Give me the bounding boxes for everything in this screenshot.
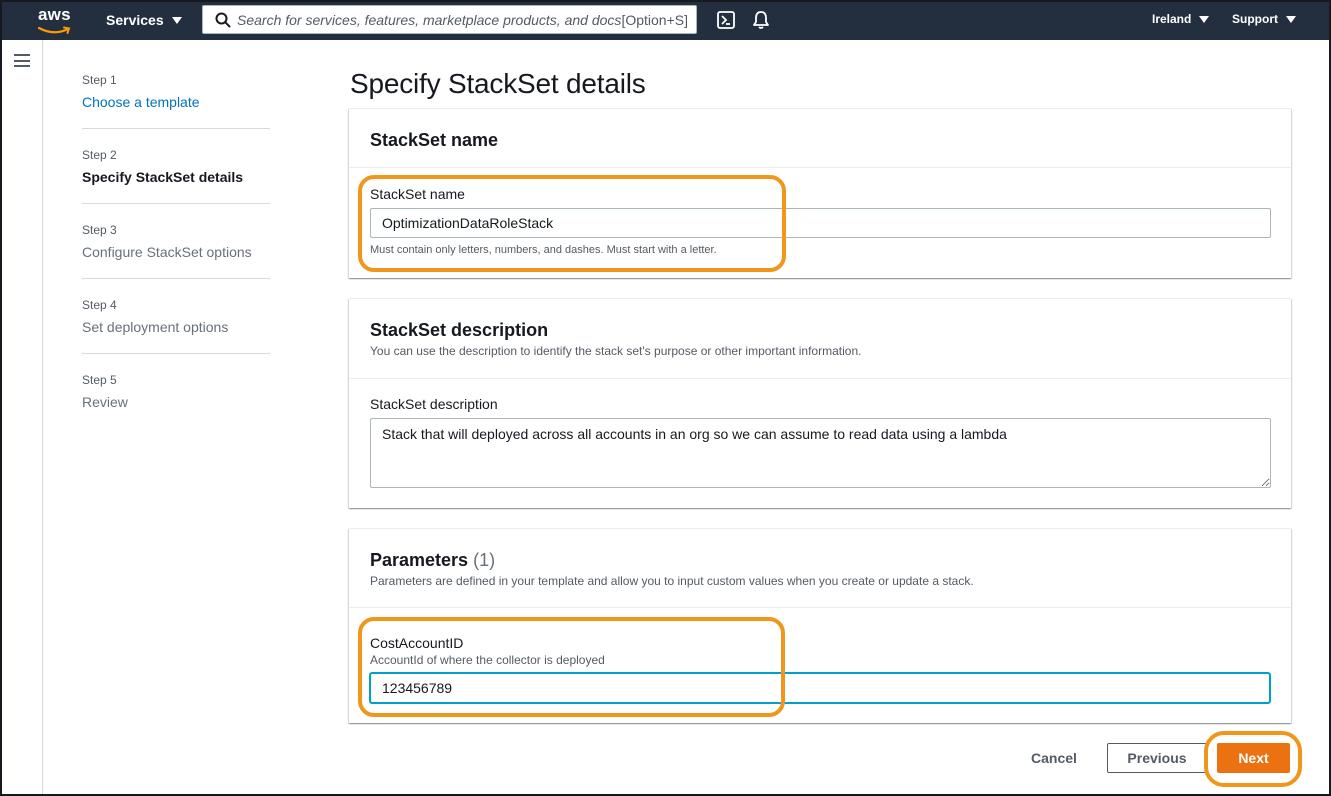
stackset-name-panel: StackSet name StackSet name Must contain…	[349, 108, 1291, 278]
parameters-title: Parameters	[370, 550, 469, 570]
panel-body: StackSet description Stack that will dep…	[349, 379, 1291, 488]
step-number: Step 2	[82, 148, 117, 162]
cost-account-id-input[interactable]	[370, 673, 1270, 703]
step-number: Step 4	[82, 298, 117, 312]
panel-body: CostAccountID AccountId of where the col…	[349, 608, 1291, 703]
step-title: Review	[82, 394, 128, 410]
page-title: Specify StackSet details	[350, 68, 646, 99]
next-button[interactable]: Next	[1217, 743, 1290, 773]
stackset-description-panel: StackSet description You can use the des…	[349, 298, 1291, 508]
hamburger-menu-icon[interactable]	[14, 54, 30, 67]
region-selector[interactable]: Ireland	[1152, 12, 1210, 26]
cloudshell-icon[interactable]	[716, 10, 736, 30]
support-menu[interactable]: Support	[1232, 12, 1296, 26]
panel-description: You can use the description to identify …	[370, 344, 862, 358]
cost-account-id-description: AccountId of where the collector is depl…	[370, 653, 605, 667]
wizard-step-4: Step 4 Set deployment options	[82, 298, 270, 337]
stackset-name-constraint: Must contain only letters, numbers, and …	[370, 244, 717, 256]
region-label: Ireland	[1152, 12, 1192, 26]
parameters-panel: Parameters (1) Parameters are defined in…	[349, 528, 1291, 723]
panel-title: Parameters (1)	[370, 549, 1271, 571]
support-label: Support	[1232, 12, 1278, 26]
divider	[82, 278, 270, 279]
divider	[82, 353, 270, 354]
panel-title: StackSet name	[370, 130, 499, 150]
cancel-button[interactable]: Cancel	[1014, 744, 1094, 772]
notifications-bell-icon[interactable]	[752, 10, 770, 30]
panel-header: StackSet description You can use the des…	[349, 299, 1291, 379]
step-title: Set deployment options	[82, 319, 229, 335]
step-title: Configure StackSet options	[82, 244, 252, 260]
search-shortcut: [Option+S]	[621, 11, 688, 28]
wizard-step-1[interactable]: Step 1 Choose a template	[82, 73, 270, 112]
panel-header: Parameters (1) Parameters are defined in…	[349, 529, 1291, 608]
stackset-name-input[interactable]	[370, 208, 1271, 238]
stackset-description-label: StackSet description	[370, 396, 498, 412]
panel-body: StackSet name Must contain only letters,…	[349, 168, 1291, 257]
caret-down-icon	[1199, 15, 1210, 23]
stackset-description-textarea[interactable]: Stack that will deployed across all acco…	[370, 418, 1271, 488]
caret-down-icon	[1286, 15, 1296, 23]
top-navigation: aws Services [Option+S] Ireland Support	[0, 0, 1331, 40]
parameters-count: (1)	[473, 550, 496, 570]
divider	[82, 203, 270, 204]
aws-logo[interactable]: aws	[37, 5, 74, 34]
panel-description: Parameters are defined in your template …	[370, 574, 974, 588]
step-number: Step 5	[82, 373, 117, 387]
cost-account-id-label: CostAccountID	[370, 635, 464, 651]
caret-down-icon	[171, 16, 182, 24]
wizard-step-3: Step 3 Configure StackSet options	[82, 223, 270, 262]
services-label: Services	[106, 12, 164, 28]
step-number: Step 1	[82, 73, 117, 87]
divider	[82, 128, 270, 129]
aws-logo-text: aws	[38, 5, 71, 24]
search-icon	[215, 12, 231, 27]
panel-title: StackSet description	[370, 320, 549, 340]
step-number: Step 3	[82, 223, 117, 237]
step-title-current: Specify StackSet details	[82, 169, 244, 185]
stackset-name-label: StackSet name	[370, 186, 465, 202]
wizard-steps: Step 1 Choose a template Step 2 Specify …	[82, 70, 270, 412]
panel-header: StackSet name	[349, 109, 1291, 168]
side-navigation-strip	[0, 40, 43, 796]
search-box[interactable]: [Option+S]	[202, 5, 697, 34]
previous-button[interactable]: Previous	[1107, 743, 1207, 773]
search-input[interactable]	[237, 11, 622, 28]
step-title-link[interactable]: Choose a template	[82, 92, 270, 112]
wizard-step-2: Step 2 Specify StackSet details	[82, 148, 270, 187]
services-menu-button[interactable]: Services	[106, 10, 182, 30]
aws-smile-icon	[37, 26, 71, 34]
wizard-step-5: Step 5 Review	[82, 373, 270, 412]
